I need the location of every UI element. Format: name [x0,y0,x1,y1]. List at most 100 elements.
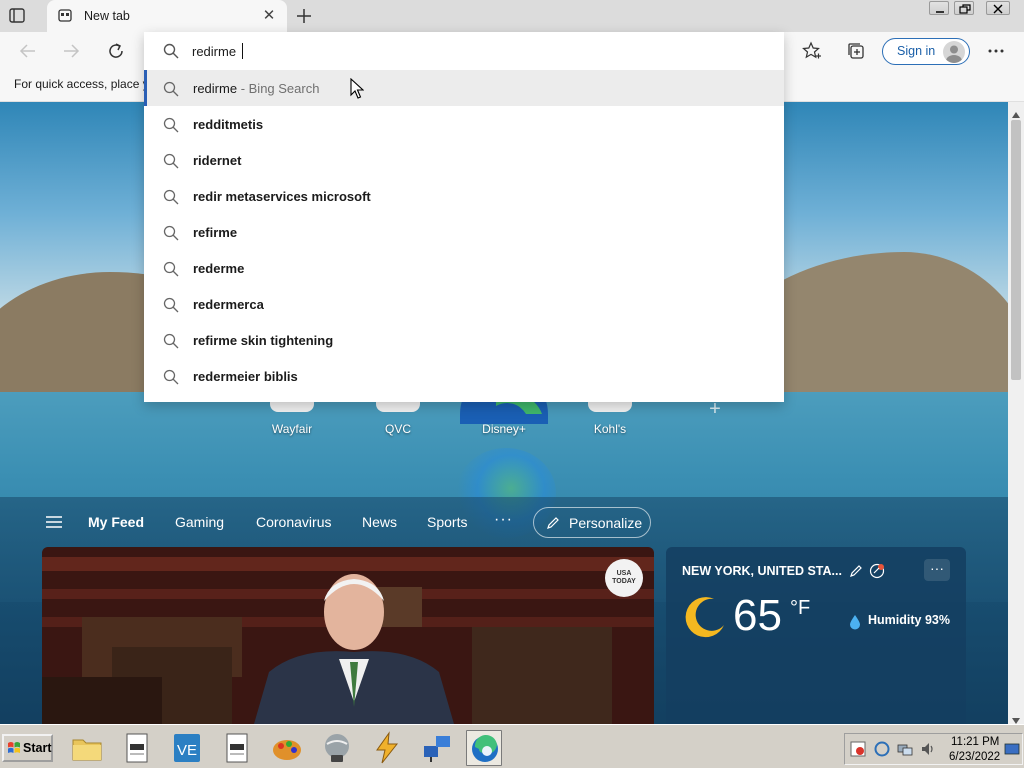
suggestion-label: redditmetis [193,117,264,132]
suggestion-item[interactable]: redditmetis [144,106,784,142]
suggestion-item[interactable]: ridernet [144,142,784,178]
text-caret [242,43,243,59]
paint-app-icon[interactable] [269,730,305,766]
clock-date[interactable]: 6/23/2022 [949,751,1000,763]
volume-icon[interactable] [920,741,936,760]
suggestion-item[interactable]: redir metaservices microsoft [144,178,784,214]
search-icon [163,225,179,241]
restore-button[interactable] [954,1,974,15]
mouse-cursor-icon [350,78,364,99]
address-input[interactable] [192,40,752,62]
tab-actions-icon[interactable] [9,8,25,23]
suggestion-label: ridernet [193,153,242,168]
quick-link-disney[interactable]: Disney+ [464,422,544,436]
usa-today-logo: USA TODAY [605,559,643,597]
back-icon[interactable] [17,40,39,62]
new-tab-page-icon [58,9,72,22]
file-explorer-icon[interactable] [69,730,105,766]
search-icon [163,333,179,349]
suggestion-item[interactable]: redermerca [144,286,784,322]
search-icon [163,153,179,169]
feed-tab-gaming[interactable]: Gaming [175,514,224,530]
refresh-icon[interactable] [105,40,127,62]
suggestion-label: redermeier biblis [193,369,298,384]
feed-tab-coronavirus[interactable]: Coronavirus [256,514,331,530]
power-tool-icon[interactable] [369,730,405,766]
edge-browser-icon[interactable] [466,730,502,766]
avatar-icon [943,41,965,63]
weather-humidity: Humidity 93% [868,613,950,627]
new-tab-button[interactable] [293,6,315,26]
search-icon [163,261,179,277]
favorites-icon[interactable] [802,41,822,61]
svg-text:VE: VE [177,742,197,759]
tab-strip: New tab ✕ [0,0,1024,32]
news-photo-person [254,574,454,724]
start-label: Start [23,741,52,755]
network-app-icon[interactable] [419,730,455,766]
feed-tab-sports[interactable]: Sports [427,514,467,530]
search-icon [163,369,179,385]
document-app-icon[interactable] [119,730,155,766]
tab-new-tab[interactable]: New tab ✕ [47,0,287,32]
suggestion-suffix: - Bing Search [237,81,320,96]
settings-more-icon[interactable] [986,41,1006,61]
news-feed: My Feed Gaming Coronavirus News Sports ·… [0,497,1008,724]
search-icon [163,297,179,313]
windows-logo-icon [7,741,21,758]
news-card[interactable]: USA TODAY [42,547,654,724]
search-icon [163,117,179,133]
suggestion-label: redermerca [193,297,264,312]
close-window-button[interactable] [986,1,1010,15]
forward-icon[interactable] [60,40,82,62]
feed-tab-my-feed[interactable]: My Feed [88,514,144,530]
address-bar-dropdown: redirme - Bing Search redditmetis ridern… [144,32,784,402]
document-app-icon[interactable] [219,730,255,766]
personalize-label: Personalize [569,515,643,531]
suggestion-label: redirme - Bing Search [193,81,320,96]
security-alert-icon[interactable] [850,741,866,760]
close-tab-icon[interactable]: ✕ [262,8,276,23]
quick-link-kohls[interactable]: Kohl's [570,422,650,436]
show-desktop-icon[interactable] [1004,741,1020,760]
suggestion-item-bing-search[interactable]: redirme - Bing Search [144,70,784,106]
weather-unit: °F [790,597,811,619]
weather-more-button[interactable]: ··· [924,559,950,581]
collections-icon[interactable] [846,41,866,61]
network-icon[interactable] [897,741,913,760]
scroll-up-icon[interactable] [1012,106,1020,121]
quick-link-wayfair[interactable]: Wayfair [252,422,332,436]
suggestion-item[interactable]: rederme [144,250,784,286]
start-button[interactable]: Start [2,734,53,762]
sign-in-button[interactable]: Sign in [882,38,970,65]
suggestion-item[interactable]: redermeier biblis [144,358,784,394]
suggestion-item[interactable]: refirme skin tightening [144,322,784,358]
sign-in-label: Sign in [897,44,936,58]
favorites-bar-hint: For quick access, place y [14,77,149,91]
feed-more-button[interactable]: ··· [494,511,513,529]
feed-tab-news[interactable]: News [362,514,397,530]
minimize-button[interactable] [929,1,949,15]
moon-icon [684,595,728,642]
suggestion-label: refirme skin tightening [193,333,334,348]
suggestion-item[interactable]: refirme [144,214,784,250]
tab-title: New tab [84,9,130,23]
system-tray: 11:21 PM 6/23/2022 [844,733,1023,765]
add-quick-link-icon[interactable]: + [706,399,724,419]
address-bar[interactable] [144,32,784,70]
ve-app-icon[interactable]: VE [169,730,205,766]
edge-tray-icon[interactable] [874,741,890,760]
weather-card[interactable]: NEW YORK, UNITED STA... ··· 65 °F Humidi… [666,547,966,724]
personalize-button[interactable]: Personalize [533,507,651,538]
menu-icon[interactable] [45,515,63,529]
edit-location-icon[interactable] [849,564,863,581]
page-scrollbar[interactable] [1008,102,1024,724]
suggestion-label: redir metaservices microsoft [193,189,371,204]
search-icon [163,43,179,62]
weather-alert-icon[interactable] [869,563,885,582]
quick-link-qvc[interactable]: QVC [358,422,438,436]
scroll-thumb[interactable] [1011,120,1021,380]
search-icon [163,189,179,205]
google-earth-pro-icon[interactable] [319,730,355,766]
clock-time[interactable]: 11:21 PM [951,736,999,748]
